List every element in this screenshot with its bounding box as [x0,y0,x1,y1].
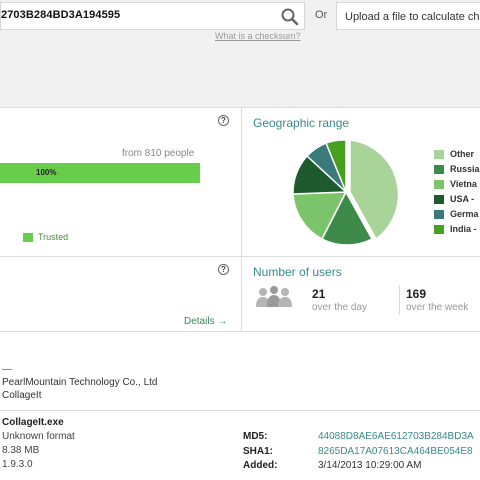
week-user-count: 169 [406,287,427,301]
product-name: CollageIt [2,390,42,401]
divider [399,285,400,315]
week-label: over the week [406,302,469,313]
checksum-search-input[interactable]: 2703B284BD3A194595 [0,2,305,30]
day-user-count: 21 [312,287,326,301]
details-link[interactable]: Details → [184,316,227,327]
search-icon[interactable] [280,7,300,27]
md5-value[interactable]: 44088D8AE6AE612703B284BD3A [318,431,474,442]
trusted-legend-swatch [23,233,33,242]
added-value: 3/14/2013 10:29:00 AM [318,460,422,471]
rating-count: from 810 people [122,148,195,159]
upload-file-button[interactable]: Upload a file to calculate che [336,2,480,30]
legend-label: USA - [450,194,475,204]
search-value[interactable]: 2703B284BD3A194595 [1,9,120,21]
sha1-value[interactable]: 8265DA17A07613CA464BE054E8 [318,446,473,457]
publisher-company: PearlMountain Technology Co., Ltd [2,377,158,388]
page: 2703B284BD3A194595 Or Upload a file to c… [0,0,480,480]
legend-swatch [434,165,444,174]
added-key: Added: [243,460,278,471]
publisher-dash: — [2,364,12,375]
day-label: over the day [312,302,368,313]
what-is-checksum-link[interactable]: What is a checksum? [215,31,301,41]
file-format: Unknown format [2,431,75,442]
geo-pie-chart [292,139,400,246]
file-name: CollageIt.exe [2,417,64,428]
file-version: 1.9.3.0 [2,459,33,470]
users-title: Number of users [253,265,342,279]
legend-swatch [434,195,444,204]
legend-label: Vietna [450,179,477,189]
legend-label: Russia [450,164,480,174]
legend-label: Germa [450,209,479,219]
trust-help-icon[interactable]: ? [218,115,229,126]
legend-swatch [434,225,444,234]
sha1-key: SHA1: [243,446,274,457]
legend-label: India - [450,224,477,234]
upload-label: Upload a file to calculate che [345,11,480,23]
or-label: Or [315,9,328,21]
trust-percent-label: 100% [36,168,57,177]
users-icon [256,286,292,307]
legend-swatch [434,150,444,159]
file-size: 8.38 MB [2,445,40,456]
trust-progress-bar: 100% [0,163,200,183]
legend-swatch [434,180,444,189]
trusted-legend-label: Trusted [38,232,69,242]
geo-help-icon[interactable]: ? [218,264,229,275]
md5-key: MD5: [243,431,268,442]
legend-swatch [434,210,444,219]
legend-label: Other [450,149,475,159]
publisher-panel [0,331,480,411]
geo-title: Geographic range [253,116,350,130]
